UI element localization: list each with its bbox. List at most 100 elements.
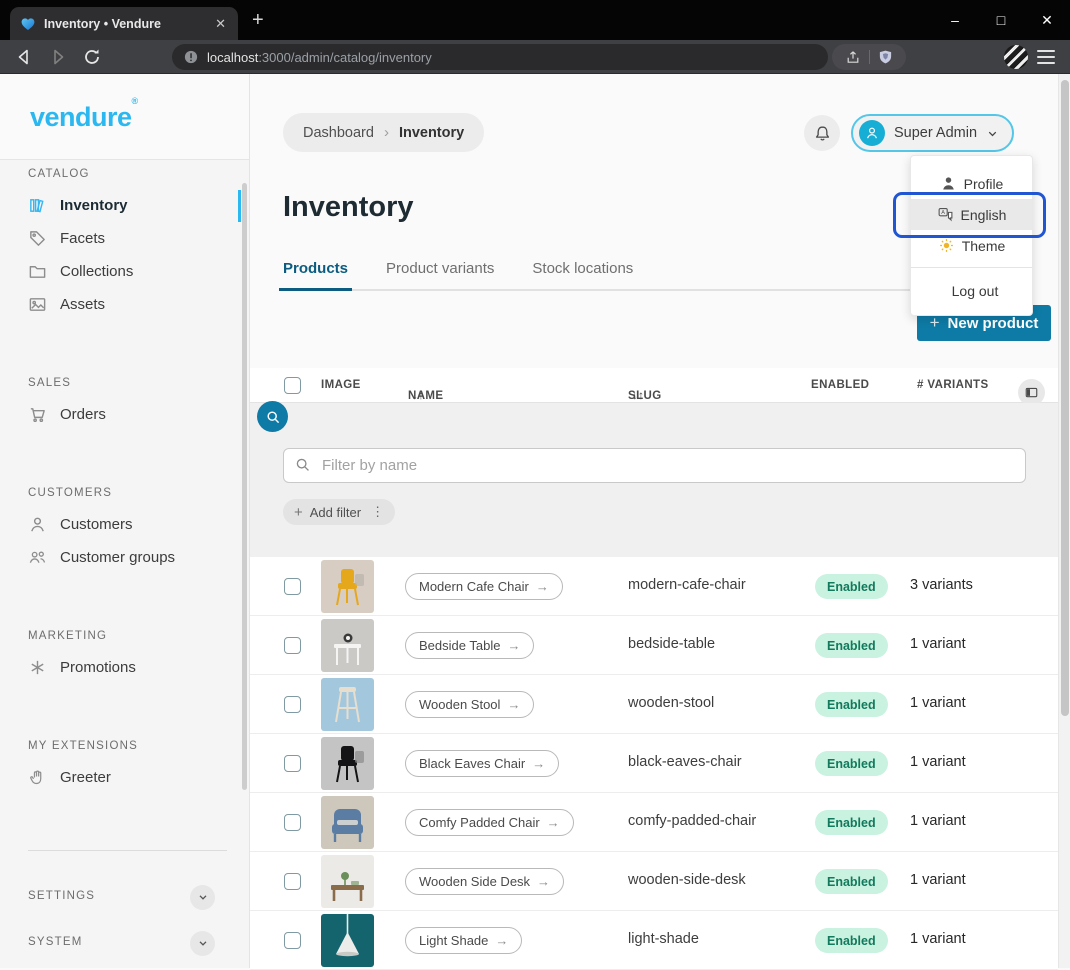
- site-info-icon[interactable]: [184, 50, 198, 64]
- breadcrumb[interactable]: Dashboard › Inventory: [283, 113, 484, 152]
- variant-count: 1 variant: [910, 931, 966, 947]
- breadcrumb-dashboard[interactable]: Dashboard: [303, 125, 374, 141]
- arrow-right-icon: →: [532, 756, 545, 771]
- tab-products[interactable]: Products: [283, 260, 348, 289]
- product-name-button[interactable]: Comfy Padded Chair →: [405, 809, 574, 836]
- user-dropdown-menu: Profile A English Theme Log out: [910, 155, 1033, 316]
- browser-profile-avatar[interactable]: [1004, 45, 1028, 69]
- status-badge: Enabled: [815, 751, 888, 776]
- search-toggle-button[interactable]: [257, 401, 288, 432]
- product-name-button[interactable]: Light Shade →: [405, 927, 522, 954]
- page-scrollbar[interactable]: [1058, 74, 1070, 968]
- sidebar-section-system[interactable]: SYSTEM: [0, 927, 249, 959]
- new-tab-icon[interactable]: +: [252, 9, 264, 32]
- table-rows: Modern Cafe Chair → modern-cafe-chair En…: [250, 557, 1058, 970]
- row-checkbox[interactable]: [284, 755, 301, 772]
- sidebar-section-label: SALES: [28, 377, 249, 391]
- sidebar-section: CATALOG Inventory Facets Collections Ass…: [0, 168, 249, 321]
- menu-divider: [911, 267, 1032, 268]
- url-bar[interactable]: localhost:3000/admin/catalog/inventory: [172, 44, 828, 70]
- menu-item-theme[interactable]: Theme: [911, 230, 1032, 261]
- product-name-button[interactable]: Wooden Side Desk →: [405, 868, 564, 895]
- product-thumbnail[interactable]: [321, 855, 374, 908]
- sidebar: vendure® CATALOG Inventory Facets Collec…: [0, 74, 250, 968]
- browser-tab[interactable]: Inventory • Vendure ✕: [10, 7, 238, 40]
- notifications-button[interactable]: [804, 115, 840, 151]
- sidebar-nav-sections: CATALOG Inventory Facets Collections Ass…: [0, 168, 249, 794]
- svg-text:A: A: [941, 210, 945, 216]
- main-content: Dashboard › Inventory Super Admin Profil…: [250, 74, 1058, 968]
- sidebar-item-collections[interactable]: Collections: [0, 255, 249, 288]
- product-slug: wooden-side-desk: [628, 872, 746, 888]
- forward-icon[interactable]: [48, 47, 68, 67]
- sidebar-section-label: CATALOG: [28, 168, 249, 182]
- column-settings-button[interactable]: [1018, 379, 1045, 406]
- product-name-button[interactable]: Modern Cafe Chair →: [405, 573, 563, 600]
- sidebar-section-settings[interactable]: SETTINGS: [0, 881, 249, 913]
- status-badge: Enabled: [815, 810, 888, 835]
- tab-close-icon[interactable]: ✕: [213, 16, 228, 32]
- language-icon: A: [937, 206, 954, 223]
- sidebar-section-label: MARKETING: [28, 630, 249, 644]
- sidebar-item-orders[interactable]: Orders: [0, 398, 249, 431]
- row-checkbox[interactable]: [284, 637, 301, 654]
- reload-icon[interactable]: [82, 47, 102, 67]
- expand-button[interactable]: [190, 931, 215, 956]
- tab-stock-locations[interactable]: Stock locations: [532, 260, 633, 289]
- sidebar-item-customer-groups[interactable]: Customer groups: [0, 541, 249, 574]
- menu-item-log-out[interactable]: Log out: [911, 274, 1032, 307]
- menu-item-profile[interactable]: Profile: [911, 168, 1032, 199]
- share-icon[interactable]: [845, 49, 861, 65]
- product-name-button[interactable]: Bedside Table →: [405, 632, 534, 659]
- select-all-checkbox[interactable]: [284, 377, 301, 394]
- product-thumbnail[interactable]: [321, 796, 374, 849]
- window-close-icon[interactable]: ✕: [1024, 0, 1070, 40]
- vendure-logo[interactable]: vendure®: [30, 102, 138, 133]
- window-maximize-icon[interactable]: □: [978, 0, 1024, 40]
- row-checkbox[interactable]: [284, 814, 301, 831]
- library-icon: [28, 196, 47, 215]
- sidebar-item-promotions[interactable]: Promotions: [0, 651, 249, 684]
- product-thumbnail[interactable]: [321, 619, 374, 672]
- sidebar-item-assets[interactable]: Assets: [0, 288, 249, 321]
- tab-product-variants[interactable]: Product variants: [386, 260, 494, 289]
- filter-by-name-input[interactable]: [283, 448, 1026, 483]
- sidebar-item-customers[interactable]: Customers: [0, 508, 249, 541]
- product-slug: wooden-stool: [628, 695, 714, 711]
- row-checkbox[interactable]: [284, 578, 301, 595]
- brave-shield-icon[interactable]: [878, 49, 893, 65]
- sort-icon[interactable]: ↓↑: [632, 390, 644, 402]
- product-name-button[interactable]: Wooden Stool →: [405, 691, 534, 718]
- browser-toolbar: localhost:3000/admin/catalog/inventory: [0, 40, 1070, 74]
- product-thumbnail[interactable]: [321, 678, 374, 731]
- sun-icon: [938, 237, 955, 254]
- sidebar-scrollbar[interactable]: [242, 183, 247, 790]
- add-filter-button[interactable]: + Add filter ⋮: [283, 499, 395, 525]
- product-thumbnail[interactable]: [321, 737, 374, 790]
- browser-menu-icon[interactable]: [1037, 50, 1055, 67]
- sidebar-section-label: CUSTOMERS: [28, 487, 249, 501]
- expand-button[interactable]: [190, 885, 215, 910]
- product-slug: comfy-padded-chair: [628, 813, 756, 829]
- tab-title: Inventory • Vendure: [44, 17, 213, 31]
- product-name-button[interactable]: Black Eaves Chair →: [405, 750, 559, 777]
- sidebar-item-inventory[interactable]: Inventory: [0, 189, 249, 222]
- scrollbar-thumb[interactable]: [1061, 80, 1069, 716]
- table-row: Black Eaves Chair → black-eaves-chair En…: [250, 734, 1058, 793]
- menu-item-english[interactable]: A English: [911, 199, 1032, 230]
- breadcrumb-inventory[interactable]: Inventory: [399, 125, 464, 141]
- user-menu-button[interactable]: Super Admin: [851, 114, 1014, 152]
- sort-icon[interactable]: ↓↑: [412, 390, 424, 402]
- product-thumbnail[interactable]: [321, 914, 374, 967]
- sidebar-item-facets[interactable]: Facets: [0, 222, 249, 255]
- table-row: Wooden Side Desk → wooden-side-desk Enab…: [250, 852, 1058, 911]
- row-checkbox[interactable]: [284, 932, 301, 949]
- sidebar-item-greeter[interactable]: Greeter: [0, 761, 249, 794]
- back-icon[interactable]: [14, 47, 34, 67]
- window-minimize-icon[interactable]: –: [932, 0, 978, 40]
- row-checkbox[interactable]: [284, 873, 301, 890]
- kebab-menu-icon[interactable]: ⋮: [371, 504, 384, 520]
- row-checkbox[interactable]: [284, 696, 301, 713]
- user-avatar-icon: [859, 120, 885, 146]
- product-thumbnail[interactable]: [321, 560, 374, 613]
